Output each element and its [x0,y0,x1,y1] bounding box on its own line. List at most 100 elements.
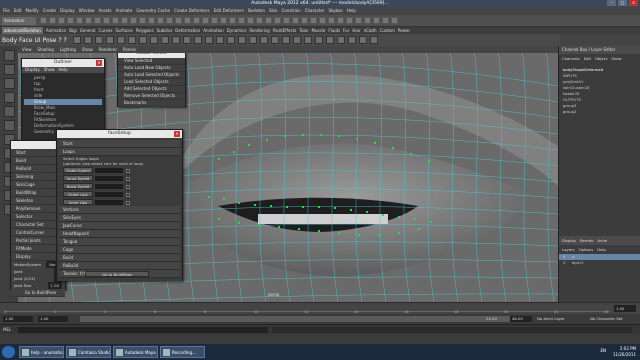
shelf-button-icon[interactable] [182,36,191,44]
outliner-menu-display[interactable]: Display [25,67,40,73]
shelf-button-icon[interactable] [281,36,290,44]
shelf-button-icon[interactable] [204,36,213,44]
outliner-titlebar[interactable]: Outliner × [22,59,104,67]
shelf-button-icon[interactable] [336,36,345,44]
shelf-button-icon[interactable] [259,36,268,44]
go-to-buildpose-button[interactable]: Go to BuildPose [85,271,149,277]
channelbox-row[interactable]: group2 [559,109,640,115]
current-time-field[interactable]: 1.00 [614,305,636,312]
channelbox-tab[interactable]: Channels [562,56,580,61]
time-slider[interactable]: 1 2 4 6 8 10 12 14 16 18 20 22 24 1.00 [0,302,640,314]
facesetup-section[interactable]: Vertices [59,206,180,214]
scale-tool-icon[interactable] [3,120,15,131]
statusline-tool-icon[interactable] [130,17,137,24]
anim-layer-dropdown[interactable]: No Anim Layer [535,316,585,322]
loop-checkbox[interactable] [126,176,130,181]
statusline-tool-icon[interactable] [40,17,47,24]
statusline-tool-icon[interactable] [301,17,308,24]
menu-constrain[interactable]: Constrain [282,7,301,15]
menu-create[interactable]: Create [43,7,56,15]
isolate-menu-item[interactable]: View Selected [118,58,185,65]
shelf-tab[interactable]: Polygons [136,27,154,34]
taskbar-item[interactable]: Recording... [160,346,205,358]
shelf-button-icon[interactable] [325,36,334,44]
shelf-button-icon[interactable] [160,36,169,44]
command-input[interactable] [18,327,268,333]
end-time-field[interactable]: 48.00 [510,316,532,322]
shelf-tab[interactable]: Rendering [249,27,269,34]
taskbar-item[interactable]: Autodesk Maya 2... [113,346,158,358]
menu-modify[interactable]: Modify [25,7,38,15]
menu-help[interactable]: Help [347,7,356,15]
statusline-tool-icon[interactable] [211,17,218,24]
facesetup-section-start[interactable]: Start [59,140,180,148]
layer-menu[interactable]: Help [597,247,606,252]
isolate-menu-item[interactable]: Load Selected Objects [118,79,185,86]
layer-tab[interactable]: Render [580,238,594,243]
shelf-button-icon[interactable] [215,36,224,44]
system-clock[interactable]: 2:02 PM 11/26/2011 [613,346,636,358]
shelf-tab[interactable]: Fur [343,27,349,34]
loop-field[interactable] [95,176,123,181]
shelf-tab[interactable]: Dynamics [227,27,247,34]
statusline-tool-icon[interactable] [175,17,182,24]
statusline-tool-icon[interactable] [67,17,74,24]
shelf-button-icon[interactable] [270,36,279,44]
layer-tab[interactable]: Anim [598,238,608,243]
statusline-tool-icon[interactable] [283,17,290,24]
minimize-button[interactable]: – [607,0,616,6]
paint-select-icon[interactable] [3,78,15,89]
shelf-button-icon[interactable] [105,36,114,44]
shelf-button-icon[interactable] [193,36,202,44]
statusline-tool-icon[interactable] [94,17,101,24]
select-tool-icon[interactable] [3,50,15,61]
facesetup-titlebar[interactable]: faceSetup × [57,130,182,138]
shelf-tab[interactable]: PaintEffects [273,27,297,34]
menu-character[interactable]: Character [305,7,325,15]
shelf-tab[interactable]: Subdivs [157,27,173,34]
menu-edit[interactable]: Edit [14,7,22,15]
shelf-tab[interactable]: Fluids [328,27,340,34]
shelf-button-icon[interactable] [292,36,301,44]
language-indicator[interactable]: EN [600,348,606,353]
outliner-menu-help[interactable]: Help [59,67,68,73]
isolate-menu-item[interactable]: Auto Load Selected Objects [118,72,185,79]
facesetup-section[interactable]: Cage [59,246,180,254]
statusline-tool-icon[interactable] [292,17,299,24]
loop-field[interactable] [95,200,123,205]
shelf-tab[interactable]: Power [398,27,410,34]
close-icon[interactable]: × [174,131,180,137]
shelf-button-icon[interactable] [314,36,323,44]
layer-row[interactable]: Vlayer1 [559,260,640,266]
menu-create-deformers[interactable]: Create Deformers [174,7,210,15]
menu-file[interactable]: File [3,7,10,15]
statusline-tool-icon[interactable] [364,17,371,24]
isolate-menu-item[interactable]: Remove Selected Objects [118,93,185,100]
statusline-tool-icon[interactable] [256,17,263,24]
statusline-tool-icon[interactable] [265,17,272,24]
menu-edit-deformers[interactable]: Edit Deformers [214,7,244,15]
statusline-tool-icon[interactable] [103,17,110,24]
shelf-button-icon[interactable] [369,36,378,44]
shelf-button-icon[interactable] [127,36,136,44]
maximize-button[interactable]: □ [618,0,627,6]
shelf-button-icon[interactable] [149,36,158,44]
shelf-tab[interactable]: Bigi [69,27,77,34]
shelf-button-icon[interactable] [303,36,312,44]
statusline-tool-icon[interactable] [58,17,65,24]
shelf-button-icon[interactable] [347,36,356,44]
shelf-tab[interactable]: Muscle [312,27,326,34]
statusline-tool-icon[interactable] [238,17,245,24]
statusline-tool-icon[interactable] [274,17,281,24]
viewport-menu-view[interactable]: View [22,46,32,53]
start-button[interactable] [2,346,15,358]
loop-checkbox[interactable] [126,192,130,197]
layer-menu[interactable]: Options [579,247,594,252]
shelf-tab[interactable]: nCloth [364,27,377,34]
shelf-button-icon[interactable] [226,36,235,44]
shelf-button-icon[interactable] [171,36,180,44]
menu-skeleton[interactable]: Skeleton [248,7,265,15]
statusline-tool-icon[interactable] [319,17,326,24]
shelf-button-icon[interactable] [83,36,92,44]
shelf-label[interactable]: Body Face UI Pose ? ? [2,37,67,44]
